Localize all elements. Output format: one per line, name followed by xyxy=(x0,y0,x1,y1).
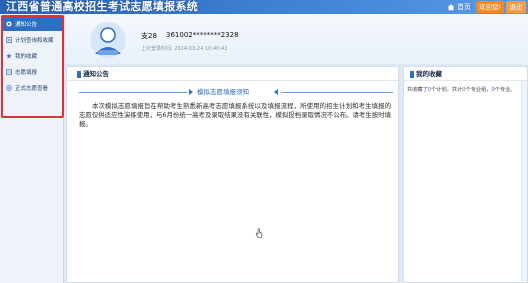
sidebar-item-official-view[interactable]: 正式志愿查看 xyxy=(3,81,62,95)
notice-headline: 模拟志愿填报须知 xyxy=(67,87,400,97)
home-icon xyxy=(447,4,455,11)
exit-button[interactable]: 退出 xyxy=(506,1,526,13)
welcome-button[interactable]: 欢迎您! xyxy=(476,1,504,13)
notice-headline-link[interactable]: 模拟志愿填报须知 xyxy=(197,87,249,97)
student-id-number: 361002********2328 xyxy=(166,31,239,39)
sidebar-item-application[interactable]: 志愿填报 xyxy=(3,65,62,79)
bell-icon xyxy=(6,21,12,27)
favorites-section-label: 我的收藏 xyxy=(416,70,442,78)
home-label: 首页 xyxy=(457,3,471,11)
favorites-panel-header: 我的收藏 xyxy=(404,67,527,81)
divider xyxy=(281,92,393,93)
favorites-summary: 共收藏了0个计划，共计0个专业组，0个专业。 xyxy=(407,86,528,93)
summary-text: 个专业。 xyxy=(494,87,516,93)
sidebar-item-label: 我的收藏 xyxy=(15,54,38,60)
notice-panel-header: 通知公告 xyxy=(67,67,398,81)
search-doc-icon xyxy=(6,37,12,43)
profile-card: 支28 361002********2328 上次登录时间: 2024-03-2… xyxy=(66,14,528,64)
home-link[interactable]: 首页 xyxy=(447,1,471,13)
avatar xyxy=(90,22,126,58)
sidebar-item-label: 正式志愿查看 xyxy=(15,86,49,92)
hand-cursor-icon xyxy=(255,228,263,238)
form-icon xyxy=(6,69,12,75)
section-marker-icon xyxy=(410,70,414,78)
summary-text: 个专业组， xyxy=(465,87,492,93)
arrow-right-icon xyxy=(189,89,193,95)
summary-text: 共收藏了 xyxy=(407,87,428,93)
section-marker-icon xyxy=(77,70,81,78)
view-icon xyxy=(6,85,12,91)
favorites-section-title: 我的收藏 xyxy=(410,67,442,81)
divider xyxy=(79,92,187,93)
summary-text: 个计划，共计 xyxy=(431,87,463,93)
sidebar-item-label: 计划查询和收藏 xyxy=(15,38,54,44)
sidebar-item-label: 志愿填报 xyxy=(15,70,38,76)
sidebar-item-favorites[interactable]: 我的收藏 xyxy=(3,49,62,63)
notice-body: 本次模拟志愿填报旨在帮助考生熟悉新高考志愿填报系统以及填报流程，所使用的招生计划… xyxy=(79,102,391,129)
notice-section-title: 通知公告 xyxy=(77,67,109,81)
app-title: 江西省普通高校招生考试志愿填报系统 xyxy=(6,1,199,13)
last-login-time: 上次登录时间: 2024-03-24 10:40:42 xyxy=(141,46,228,52)
student-name: 支28 xyxy=(141,32,157,40)
arrow-left-icon xyxy=(274,89,278,95)
sidebar-item-plan-query[interactable]: 计划查询和收藏 xyxy=(3,33,62,47)
star-icon xyxy=(6,53,12,59)
notice-section-label: 通知公告 xyxy=(83,70,109,78)
notice-panel: 通知公告 模拟志愿填报须知 本次模拟志愿填报旨在帮助考生熟悉新高考志愿填报系统以… xyxy=(66,66,399,283)
favorites-scrollbar[interactable] xyxy=(521,81,527,281)
top-bar: 江西省普通高校招生考试志愿填报系统 首页 欢迎您! 退出 xyxy=(0,0,528,14)
sidebar-item-label: 通知公告 xyxy=(15,22,38,28)
sidebar-item-notices[interactable]: 通知公告 xyxy=(3,17,62,31)
favorites-panel: 我的收藏 共收藏了0个计划，共计0个专业组，0个专业。 xyxy=(403,66,528,283)
